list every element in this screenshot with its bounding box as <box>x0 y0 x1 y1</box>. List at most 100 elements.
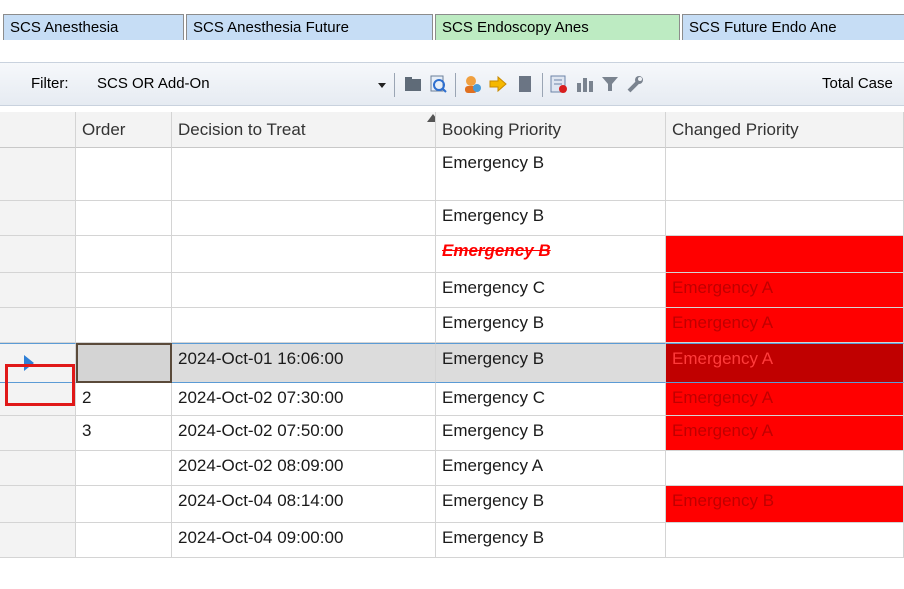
cell-decision[interactable] <box>172 236 436 273</box>
cell-order[interactable] <box>76 486 172 523</box>
cell-order[interactable] <box>76 148 172 201</box>
table-row[interactable]: Emergency B <box>0 236 904 273</box>
cell-booking[interactable]: Emergency B <box>436 236 666 273</box>
cell-changed[interactable] <box>666 201 904 236</box>
row-selector-cell[interactable] <box>0 486 76 523</box>
table-row[interactable]: 2024-Oct-01 16:06:00 Emergency B Emergency… <box>0 343 904 383</box>
cell-booking[interactable]: Emergency B <box>436 308 666 343</box>
table-row[interactable]: 2024-Oct-04 09:00:00 Emergency B <box>0 523 904 558</box>
cell-text: 3 <box>82 421 92 440</box>
cell-text: Emergency A <box>672 278 774 297</box>
cell-order[interactable] <box>76 201 172 236</box>
cell-order[interactable] <box>76 523 172 558</box>
row-selector-cell[interactable] <box>0 201 76 236</box>
cell-order[interactable] <box>76 451 172 486</box>
tab-scs-anesthesia[interactable]: SCS Anesthesia <box>3 14 184 40</box>
row-selector-cell[interactable] <box>0 273 76 308</box>
filter-select[interactable]: SCS OR Add-On <box>97 75 367 92</box>
user-icon[interactable] <box>462 74 482 94</box>
cell-decision[interactable] <box>172 273 436 308</box>
folder-icon[interactable] <box>403 74 423 94</box>
sort-ascending-icon <box>427 114 435 122</box>
table-row[interactable]: 2024-Oct-04 08:14:00 Emergency B Emergency… <box>0 486 904 523</box>
tab-scs-endoscopy-anes[interactable]: SCS Endoscopy Anes <box>435 14 680 40</box>
bar-chart-icon[interactable] <box>575 74 595 94</box>
arrow-right-icon[interactable] <box>488 74 508 94</box>
row-selector-cell[interactable] <box>0 416 76 451</box>
table-row[interactable]: 3 2024-Oct-02 07:50:00 Emergency B Emergenc… <box>0 416 904 451</box>
row-selector-cell[interactable] <box>0 148 76 201</box>
search-refresh-icon[interactable] <box>428 74 448 94</box>
cell-changed[interactable] <box>666 451 904 486</box>
toolbar-separator <box>455 73 456 97</box>
cell-changed[interactable]: Emergency A <box>666 343 904 383</box>
chevron-down-icon[interactable] <box>374 73 390 95</box>
column-header-changed-priority[interactable]: Changed Priority <box>666 112 904 148</box>
cell-decision[interactable]: 2024-Oct-04 08:14:00 <box>172 486 436 523</box>
cell-text: Emergency B <box>442 491 545 510</box>
table-row[interactable]: 2 2024-Oct-02 07:30:00 Emergency C Emergenc… <box>0 383 904 416</box>
column-header-decision-to-treat[interactable]: Decision to Treat <box>172 112 436 148</box>
cell-booking[interactable]: Emergency C <box>436 383 666 416</box>
cell-text: 2024-Oct-04 09:00:00 <box>178 528 344 547</box>
row-selector-cell[interactable] <box>0 308 76 343</box>
row-selector-cell[interactable] <box>0 451 76 486</box>
cell-changed[interactable] <box>666 523 904 558</box>
cell-order[interactable]: 2 <box>76 383 172 416</box>
toolbar-separator <box>394 73 395 97</box>
cell-decision[interactable] <box>172 148 436 201</box>
cell-order[interactable] <box>76 308 172 343</box>
wrench-icon[interactable] <box>625 74 645 94</box>
checklist-icon[interactable] <box>549 74 569 94</box>
cell-text: 2024-Oct-02 07:50:00 <box>178 421 344 440</box>
cell-booking[interactable]: Emergency B <box>436 148 666 201</box>
column-header-booking-priority[interactable]: Booking Priority <box>436 112 666 148</box>
cell-order[interactable] <box>76 343 172 383</box>
cell-text: Emergency B <box>442 421 545 440</box>
cell-booking[interactable]: Emergency C <box>436 273 666 308</box>
filter-label: Filter: <box>31 75 69 92</box>
cell-changed[interactable]: Emergency A <box>666 383 904 416</box>
table-row[interactable]: Emergency B Emergency A <box>0 308 904 343</box>
toolbar-separator <box>542 73 543 97</box>
cell-order[interactable] <box>76 236 172 273</box>
filter-icon[interactable] <box>600 74 620 94</box>
table-row[interactable]: Emergency B <box>0 201 904 236</box>
cell-booking[interactable]: Emergency B <box>436 201 666 236</box>
cell-booking[interactable]: Emergency B <box>436 416 666 451</box>
cell-order[interactable]: 3 <box>76 416 172 451</box>
cell-changed[interactable]: Emergency B <box>666 486 904 523</box>
cell-changed[interactable] <box>666 148 904 201</box>
cell-decision[interactable]: 2024-Oct-02 07:30:00 <box>172 383 436 416</box>
cell-decision[interactable] <box>172 308 436 343</box>
document-icon[interactable] <box>515 74 535 94</box>
cell-booking[interactable]: Emergency A <box>436 451 666 486</box>
cell-booking[interactable]: Emergency B <box>436 486 666 523</box>
total-cases-label: Total Case <box>822 75 893 92</box>
column-header-order[interactable]: Order <box>76 112 172 148</box>
cell-changed[interactable]: Emergency A <box>666 308 904 343</box>
cell-text: Emergency A <box>672 421 774 440</box>
cell-changed[interactable]: Emergency A <box>666 416 904 451</box>
row-selector-cell[interactable] <box>0 236 76 273</box>
tab-scs-future-endo-anes[interactable]: SCS Future Endo Ane <box>682 14 904 40</box>
cell-booking[interactable]: Emergency B <box>436 523 666 558</box>
table-row[interactable]: 2024-Oct-02 08:09:00 Emergency A <box>0 451 904 486</box>
cell-changed[interactable] <box>666 236 904 273</box>
cell-booking[interactable]: Emergency B <box>436 343 666 383</box>
tab-scs-anesthesia-future[interactable]: SCS Anesthesia Future <box>186 14 433 40</box>
column-header-label: Decision to Treat <box>178 120 306 139</box>
cell-changed[interactable]: Emergency A <box>666 273 904 308</box>
cell-decision[interactable] <box>172 201 436 236</box>
row-selector-cell[interactable] <box>0 523 76 558</box>
table-row[interactable]: Emergency B <box>0 148 904 201</box>
cell-text: Emergency A <box>442 456 544 475</box>
cell-decision[interactable]: 2024-Oct-02 08:09:00 <box>172 451 436 486</box>
table-row[interactable]: Emergency C Emergency A <box>0 273 904 308</box>
cell-decision[interactable]: 2024-Oct-02 07:50:00 <box>172 416 436 451</box>
cell-text: Emergency A <box>672 388 774 407</box>
cell-decision[interactable]: 2024-Oct-04 09:00:00 <box>172 523 436 558</box>
cell-order[interactable] <box>76 273 172 308</box>
cell-decision[interactable]: 2024-Oct-01 16:06:00 <box>172 343 436 383</box>
annotation-highlight-box <box>5 364 75 406</box>
